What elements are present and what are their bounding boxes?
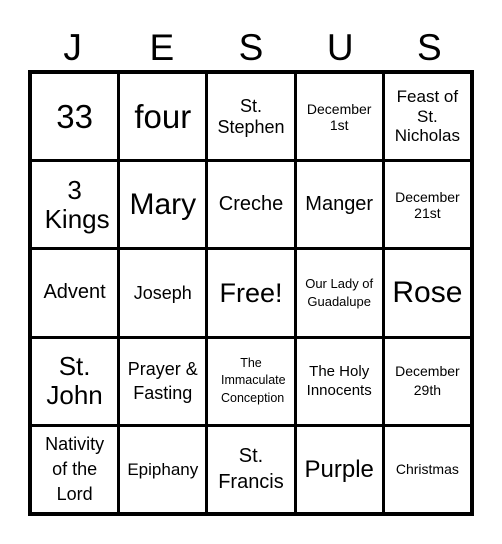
cell-text: Rose xyxy=(392,275,463,309)
bingo-cell[interactable]: St. John xyxy=(32,338,118,424)
cell-text: Free! xyxy=(219,277,283,308)
cell-text: four xyxy=(134,97,192,135)
cell-text: St. Francis xyxy=(218,445,284,494)
bingo-cell[interactable]: The Holy Innocents xyxy=(296,338,382,424)
bingo-cell[interactable]: The Immaculate Conception xyxy=(208,338,294,424)
cell-text: Nativity of the Lord xyxy=(45,433,105,504)
bingo-cell[interactable]: Feast of St. Nicholas xyxy=(384,74,470,160)
cell-text: Prayer & Fasting xyxy=(127,358,198,404)
bingo-header: J E S U S xyxy=(28,26,474,70)
bingo-cell[interactable]: December 29th xyxy=(384,338,470,424)
cell-text: The Immaculate Conception xyxy=(220,355,286,405)
cell-text: Feast of St. Nicholas xyxy=(394,87,460,146)
bingo-cell[interactable]: Christmas xyxy=(384,426,470,512)
bingo-cell[interactable]: Epiphany xyxy=(120,426,206,512)
bingo-cell[interactable]: Our Lady of Guadalupe xyxy=(296,250,382,336)
bingo-cell[interactable]: Manger xyxy=(296,162,382,248)
cell-text: Manger xyxy=(305,193,374,216)
free-space[interactable]: Free! xyxy=(208,250,294,336)
cell-text: Our Lady of Guadalupe xyxy=(305,276,374,309)
bingo-cell[interactable]: Creche xyxy=(208,162,294,248)
cell-text: The Holy Innocents xyxy=(306,362,372,400)
bingo-cell[interactable]: Advent xyxy=(32,250,118,336)
header-letter: E xyxy=(149,27,175,68)
header-letter: J xyxy=(63,27,82,68)
bingo-cell[interactable]: Purple xyxy=(296,426,382,512)
bingo-cell[interactable]: St. Francis xyxy=(208,426,294,512)
bingo-cell[interactable]: Joseph xyxy=(120,250,206,336)
bingo-cell[interactable]: 33 xyxy=(32,74,118,160)
cell-text: Joseph xyxy=(133,282,192,303)
cell-text: December 1st xyxy=(306,100,372,133)
bingo-cell[interactable]: Mary xyxy=(120,162,206,248)
cell-text: St. John xyxy=(46,351,103,411)
cell-text: Advent xyxy=(43,281,106,304)
bingo-cell[interactable]: Nativity of the Lord xyxy=(32,426,118,512)
cell-text: Epiphany xyxy=(127,459,199,479)
header-letter: U xyxy=(326,27,354,68)
cell-text: Mary xyxy=(129,187,197,221)
cell-text: Creche xyxy=(218,193,284,216)
cell-text: Purple xyxy=(304,455,374,483)
cell-text: December 21st xyxy=(395,188,460,221)
bingo-cell[interactable]: 3 Kings xyxy=(32,162,118,248)
bingo-cell[interactable]: Rose xyxy=(384,250,470,336)
cell-text: December 29th xyxy=(395,363,460,399)
bingo-cell[interactable]: December 21st xyxy=(384,162,470,248)
bingo-cell[interactable]: Prayer & Fasting xyxy=(120,338,206,424)
bingo-cell[interactable]: St. Stephen xyxy=(208,74,294,160)
bingo-board: 33 four St. Stephen December 1st Feast o… xyxy=(28,70,474,516)
cell-text: 3 Kings xyxy=(44,174,110,234)
header-letter: S xyxy=(417,27,442,68)
bingo-cell[interactable]: December 1st xyxy=(296,74,382,160)
cell-text: Christmas xyxy=(395,461,459,478)
bingo-cell[interactable]: four xyxy=(120,74,206,160)
header-letter: S xyxy=(238,27,264,68)
cell-text: 33 xyxy=(56,97,93,135)
cell-text: St. Stephen xyxy=(217,95,285,137)
